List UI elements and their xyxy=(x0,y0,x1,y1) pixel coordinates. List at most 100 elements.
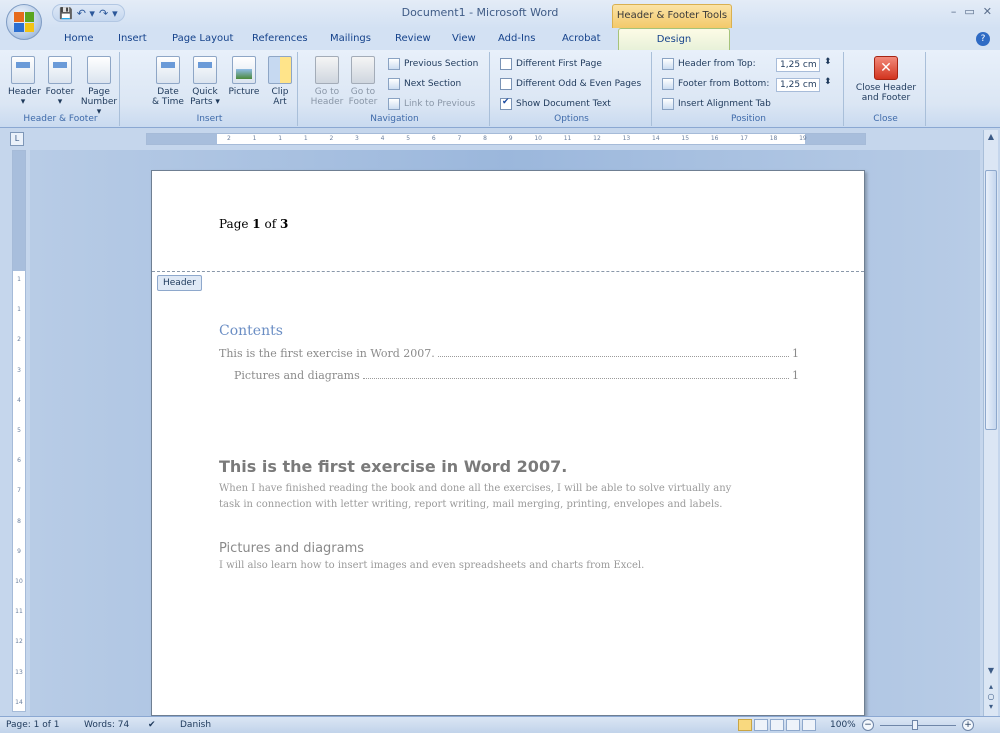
quick-parts-button[interactable]: Quick Parts ▾ xyxy=(188,56,222,107)
web-layout-icon[interactable] xyxy=(770,719,784,731)
header-icon xyxy=(11,56,35,84)
tab-insert[interactable]: Insert xyxy=(118,33,147,44)
insert-alignment-tab-button[interactable]: Insert Alignment Tab xyxy=(662,98,771,110)
scroll-up-icon[interactable]: ▲ xyxy=(986,132,996,141)
goto-footer-icon xyxy=(351,56,375,84)
tab-selector-button[interactable]: L xyxy=(10,132,24,146)
footer-button[interactable]: Footer ▾ xyxy=(44,56,76,107)
toc-title: Contents xyxy=(219,323,283,339)
minimize-icon[interactable]: – xyxy=(951,5,957,18)
tab-add-ins[interactable]: Add-Ins xyxy=(498,33,535,44)
customize-qat-icon[interactable]: ▾ xyxy=(112,7,118,20)
ribbon: Header ▾ Footer ▾ Page Number ▾ Header &… xyxy=(0,50,1000,128)
footer-from-bottom-label: Footer from Bottom: xyxy=(662,78,769,90)
close-icon: ✕ xyxy=(874,56,898,80)
full-screen-reading-icon[interactable] xyxy=(754,719,768,731)
page-count[interactable]: Page: 1 of 1 xyxy=(6,720,60,730)
horizontal-ruler[interactable]: 2 1 1 1 2 3 4 5 6 7 8 9 10 11 12 13 14 15 16 17 18 19 xyxy=(146,133,866,145)
ruler-tick-label: 5 xyxy=(406,135,411,142)
zoom-slider-thumb[interactable] xyxy=(912,720,918,730)
header-position-icon xyxy=(662,58,674,70)
draft-icon[interactable] xyxy=(802,719,816,731)
print-layout-icon[interactable] xyxy=(738,719,752,731)
ruler-tick-label: 8 xyxy=(483,135,487,142)
link-to-previous-button[interactable]: Link to Previous xyxy=(388,98,475,110)
previous-section-button[interactable]: Previous Section xyxy=(388,58,478,70)
different-first-page-checkbox[interactable]: Different First Page xyxy=(500,58,602,70)
show-document-text-checkbox[interactable]: Show Document Text xyxy=(500,98,611,110)
ruler-tick-label: 12 xyxy=(15,638,23,646)
toc-entry[interactable]: Pictures and diagrams 1 xyxy=(234,369,799,382)
checkbox-unchecked-icon xyxy=(500,58,512,70)
date-time-button[interactable]: Date & Time xyxy=(152,56,184,107)
word-count[interactable]: Words: 74 xyxy=(84,720,129,730)
redo-icon[interactable]: ↷ xyxy=(99,7,108,20)
goto-header-button[interactable]: Go to Header xyxy=(310,56,344,107)
tab-page-layout[interactable]: Page Layout xyxy=(172,33,233,44)
ruler-tick-label: 1 xyxy=(252,135,257,142)
scroll-down-icon[interactable]: ▼ xyxy=(986,666,996,675)
calendar-icon xyxy=(156,56,180,84)
status-bar: Page: 1 of 1 Words: 74 ✔ Danish 100% − + xyxy=(0,716,1000,733)
different-odd-even-checkbox[interactable]: Different Odd & Even Pages xyxy=(500,78,641,90)
ruler-tick-label: 13 xyxy=(15,668,23,676)
language-indicator[interactable]: Danish xyxy=(180,720,211,730)
office-button[interactable] xyxy=(6,4,42,40)
picture-button[interactable]: Picture xyxy=(226,56,262,97)
close-window-icon[interactable]: ✕ xyxy=(983,5,992,18)
quick-access-toolbar: 💾 ↶ ▾ ↷ ▾ xyxy=(52,4,125,22)
tab-acrobat[interactable]: Acrobat xyxy=(562,33,601,44)
zoom-out-icon[interactable]: − xyxy=(862,719,874,731)
zoom-in-icon[interactable]: + xyxy=(962,719,974,731)
footer-from-bottom-input[interactable]: 1,25 cm xyxy=(776,78,820,92)
tab-review[interactable]: Review xyxy=(395,33,431,44)
ruler-tick-label: 4 xyxy=(17,396,21,404)
prev-page-icon[interactable]: ▴ xyxy=(986,682,996,691)
zoom-slider[interactable] xyxy=(880,725,956,726)
document-page[interactable]: Page 1 of 3 Header Contents This is the … xyxy=(151,170,865,716)
group-label-options: Options xyxy=(554,114,589,124)
outline-icon[interactable] xyxy=(786,719,800,731)
maximize-icon[interactable]: ▭ xyxy=(964,5,974,18)
contextual-tab-group: Header & Footer Tools xyxy=(612,4,732,28)
tab-design[interactable]: Design xyxy=(618,28,730,50)
tab-home[interactable]: Home xyxy=(64,33,94,44)
ruler-tick-label: 5 xyxy=(17,427,21,435)
ruler-tick-label: 16 xyxy=(710,135,719,142)
header-from-top-label: Header from Top: xyxy=(662,58,756,70)
scroll-thumb[interactable] xyxy=(985,170,997,430)
link-icon xyxy=(388,98,400,110)
save-icon[interactable]: 💾 xyxy=(59,7,73,20)
vertical-ruler[interactable]: 1 1 2 3 4 5 6 7 8 9 10 11 12 13 14 xyxy=(12,150,26,712)
zoom-level[interactable]: 100% xyxy=(830,720,856,730)
next-page-icon[interactable]: ▾ xyxy=(986,702,996,711)
clip-art-button[interactable]: Clip Art xyxy=(266,56,294,107)
header-button[interactable]: Header ▾ xyxy=(8,56,41,107)
tab-view[interactable]: View xyxy=(452,33,476,44)
ruler-tick-label: 6 xyxy=(431,135,436,142)
proofing-icon[interactable]: ✔ xyxy=(148,720,156,730)
ruler-tick-label: 3 xyxy=(355,135,359,142)
tab-mailings[interactable]: Mailings xyxy=(330,33,371,44)
goto-footer-button[interactable]: Go to Footer xyxy=(346,56,380,107)
next-section-button[interactable]: Next Section xyxy=(388,78,461,90)
header-from-top-spinner[interactable]: ⬍ xyxy=(824,57,832,67)
group-insert: Date & Time Quick Parts ▾ Picture Clip A… xyxy=(122,52,298,126)
toc-entry[interactable]: This is the first exercise in Word 2007.… xyxy=(219,347,799,360)
tab-references[interactable]: References xyxy=(252,33,308,44)
ruler-tick-label: 12 xyxy=(593,135,601,142)
header-from-top-input[interactable]: 1,25 cm xyxy=(776,58,820,72)
footer-icon xyxy=(48,56,72,84)
close-header-footer-button[interactable]: ✕ Close Header and Footer xyxy=(850,56,922,103)
vertical-scrollbar[interactable]: ▲ ▼ ▴ ○ ▾ xyxy=(983,130,998,716)
ruler-tick-label: 2 xyxy=(329,135,334,142)
header-text[interactable]: Page 1 of 3 xyxy=(219,217,288,231)
title-bar: 💾 ↶ ▾ ↷ ▾ Document1 - Microsoft Word Hea… xyxy=(0,0,1000,28)
browse-object-icon[interactable]: ○ xyxy=(986,692,996,701)
page-number-button[interactable]: Page Number ▾ xyxy=(80,56,118,117)
group-label-position: Position xyxy=(730,114,767,124)
help-icon[interactable]: ? xyxy=(976,32,990,46)
undo-icon[interactable]: ↶ ▾ xyxy=(77,7,95,20)
footer-from-bottom-spinner[interactable]: ⬍ xyxy=(824,77,832,87)
ruler-tick-label: 10 xyxy=(15,578,23,586)
